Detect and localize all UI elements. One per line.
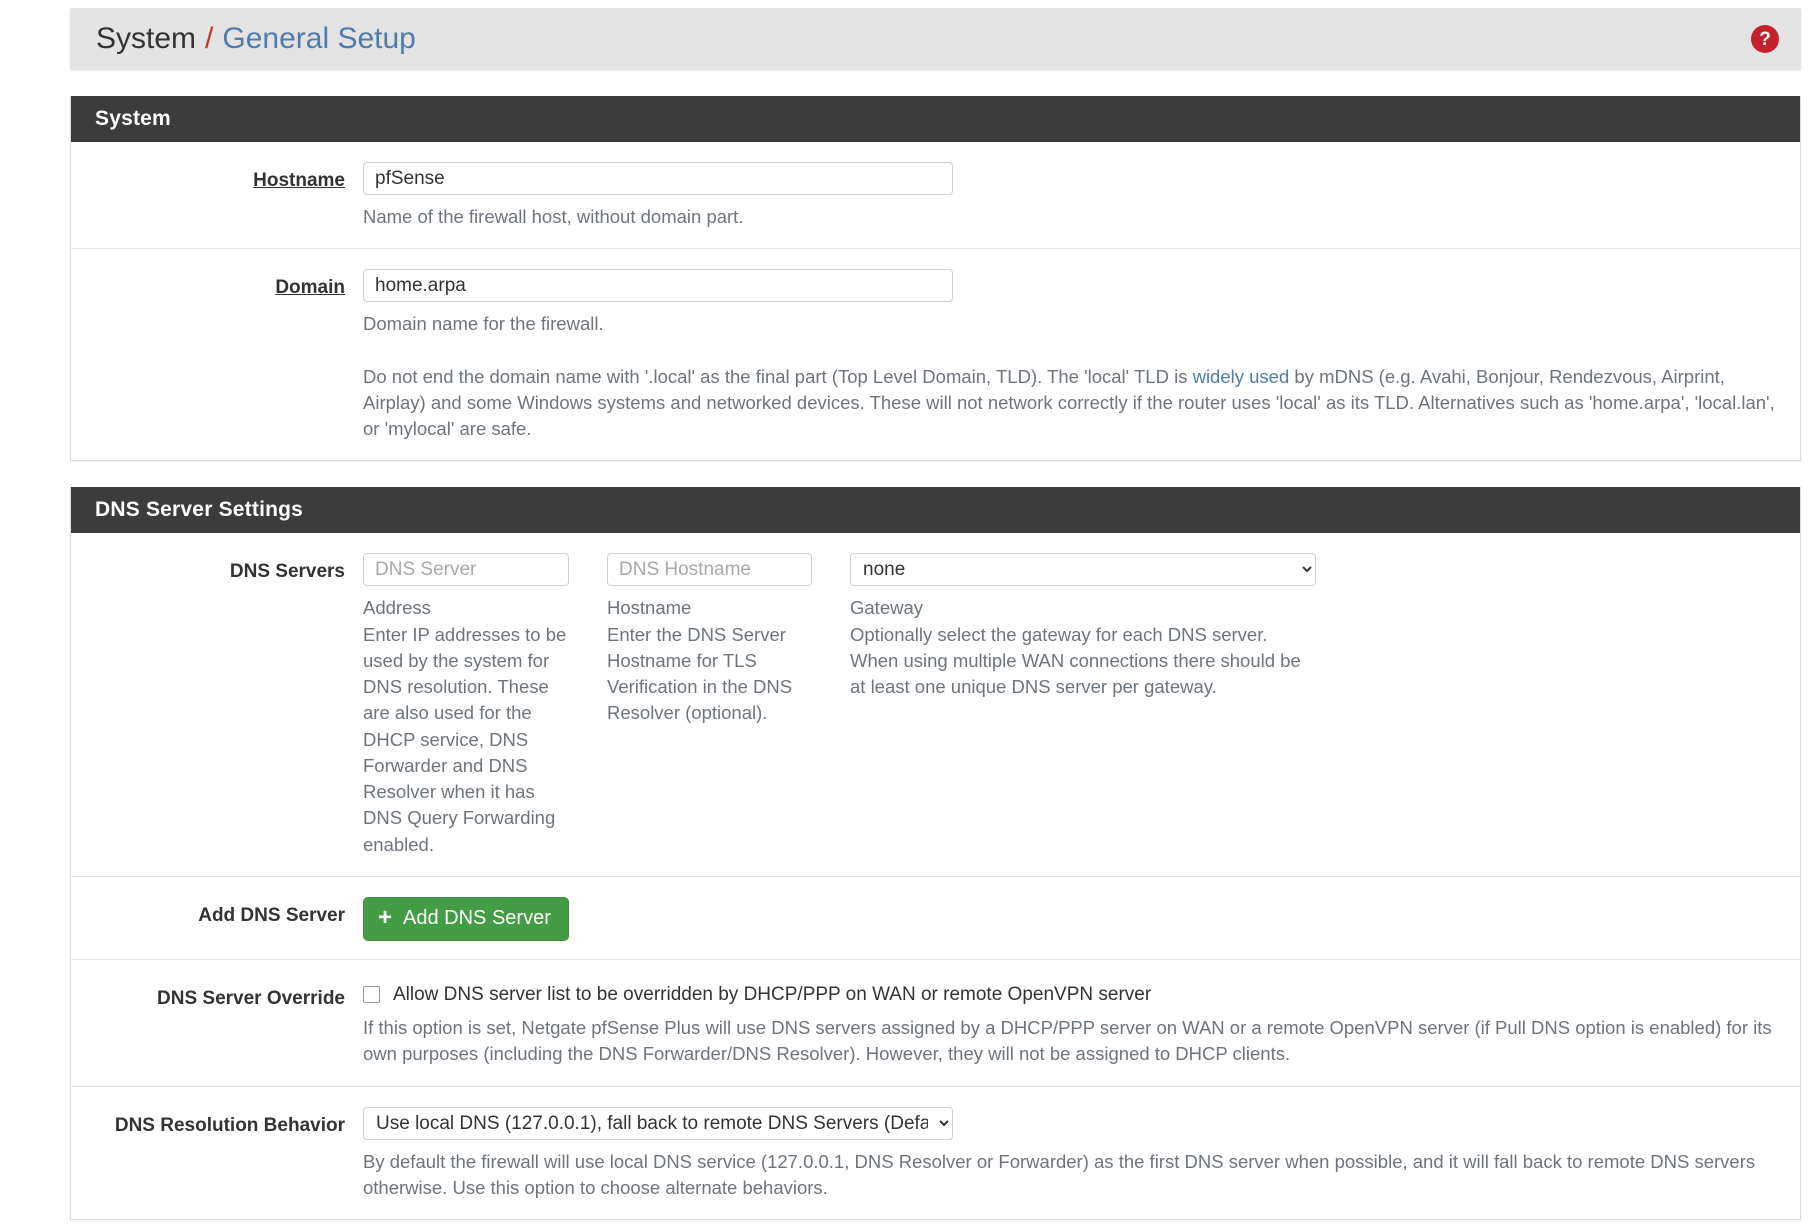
panel-dns-server-settings: DNS Server Settings DNS Servers none Add… <box>70 487 1801 1221</box>
dns-address-column-desc: Enter IP addresses to be used by the sys… <box>363 623 567 855</box>
dns-hostname-column: Hostname Enter the DNS Server Hostname f… <box>607 595 812 858</box>
breadcrumb-current-page[interactable]: General Setup <box>222 22 415 56</box>
add-dns-server-label: Add DNS Server <box>198 904 345 926</box>
breadcrumb-root[interactable]: System <box>96 22 196 56</box>
panel-system-body: Hostname Name of the firewall host, with… <box>71 142 1800 460</box>
breadcrumb-bar: System / General Setup ? <box>70 8 1801 70</box>
domain-content: Domain name for the firewall. Do not end… <box>363 269 1800 442</box>
dns-servers-help-columns: Address Enter IP addresses to be used by… <box>363 595 1782 858</box>
domain-note-part1: Do not end the domain name with '.local'… <box>363 365 1193 387</box>
dns-hostname-column-desc: Enter the DNS Server Hostname for TLS Ve… <box>607 623 793 724</box>
panel-system-title: System <box>71 96 1800 142</box>
hostname-input[interactable] <box>363 162 953 195</box>
help-icon-wrapper: ? <box>1751 25 1779 53</box>
dns-resolution-behavior-select[interactable]: Use local DNS (127.0.0.1), fall back to … <box>363 1106 953 1140</box>
dns-address-column: Address Enter IP addresses to be used by… <box>363 595 569 858</box>
plus-icon: + <box>378 903 393 931</box>
hostname-label[interactable]: Hostname <box>71 162 363 230</box>
dns-server-override-label: DNS Server Override <box>157 987 345 1009</box>
domain-help-text: Domain name for the firewall. <box>363 313 604 335</box>
help-question-icon[interactable]: ? <box>1751 25 1779 53</box>
dns-servers-input-group: none <box>363 553 1782 587</box>
domain-label[interactable]: Domain <box>71 269 363 442</box>
dns-hostname-column-title: Hostname <box>607 597 692 619</box>
row-dns-server-override: DNS Server Override Allow DNS server lis… <box>71 960 1800 1087</box>
dns-override-help-text: If this option is set, Netgate pfSense P… <box>363 1016 1772 1065</box>
row-domain: Domain Domain name for the firewall. Do … <box>71 249 1800 460</box>
dns-resolution-behavior-content: Use local DNS (127.0.0.1), fall back to … <box>363 1106 1800 1202</box>
hostname-content: Name of the firewall host, without domai… <box>363 162 1800 230</box>
row-add-dns-server: Add DNS Server + Add DNS Server <box>71 877 1800 960</box>
panel-dns-body: DNS Servers none Address Enter IP addres… <box>71 533 1800 1219</box>
dns-gateway-column-title: Gateway <box>850 597 924 619</box>
dns-server-gateway-select[interactable]: none <box>850 553 1316 587</box>
add-dns-server-button-label: Add DNS Server <box>403 907 551 930</box>
dns-address-column-title: Address <box>363 597 431 619</box>
dns-resolution-behavior-label: DNS Resolution Behavior <box>114 1114 345 1136</box>
row-dns-servers: DNS Servers none Address Enter IP addres… <box>71 533 1800 877</box>
widely-used-link[interactable]: widely used <box>1193 366 1290 387</box>
dns-gateway-column: Gateway Optionally select the gateway fo… <box>850 595 1316 858</box>
dns-override-checkbox-line[interactable]: Allow DNS server list to be overridden b… <box>363 980 1782 1006</box>
panel-dns-title: DNS Server Settings <box>71 487 1800 534</box>
dns-server-address-input[interactable] <box>363 553 569 587</box>
row-dns-resolution-behavior: DNS Resolution Behavior Use local DNS (1… <box>71 1087 1800 1220</box>
panel-system: System Hostname Name of the firewall hos… <box>70 96 1801 462</box>
dns-servers-label: DNS Servers <box>229 561 345 583</box>
dns-gateway-column-desc: Optionally select the gateway for each D… <box>850 623 1301 698</box>
breadcrumb-separator: / <box>205 22 214 55</box>
dns-server-override-content: Allow DNS server list to be overridden b… <box>363 980 1800 1068</box>
dns-override-checkbox[interactable] <box>363 986 380 1004</box>
dns-override-checkbox-label[interactable]: Allow DNS server list to be overridden b… <box>393 984 1151 1006</box>
dns-servers-content: none Address Enter IP addresses to be us… <box>363 553 1800 858</box>
domain-tld-note: Do not end the domain name with '.local'… <box>363 364 1782 443</box>
row-hostname: Hostname Name of the firewall host, with… <box>71 142 1800 250</box>
domain-input[interactable] <box>363 269 953 303</box>
add-dns-server-button[interactable]: + Add DNS Server <box>363 896 569 941</box>
dns-resolution-behavior-help-text: By default the firewall will use local D… <box>363 1150 1756 1198</box>
add-dns-server-content: + Add DNS Server <box>363 896 1800 941</box>
dns-server-hostname-input[interactable] <box>607 553 812 587</box>
hostname-help-text: Name of the firewall host, without domai… <box>363 206 744 227</box>
